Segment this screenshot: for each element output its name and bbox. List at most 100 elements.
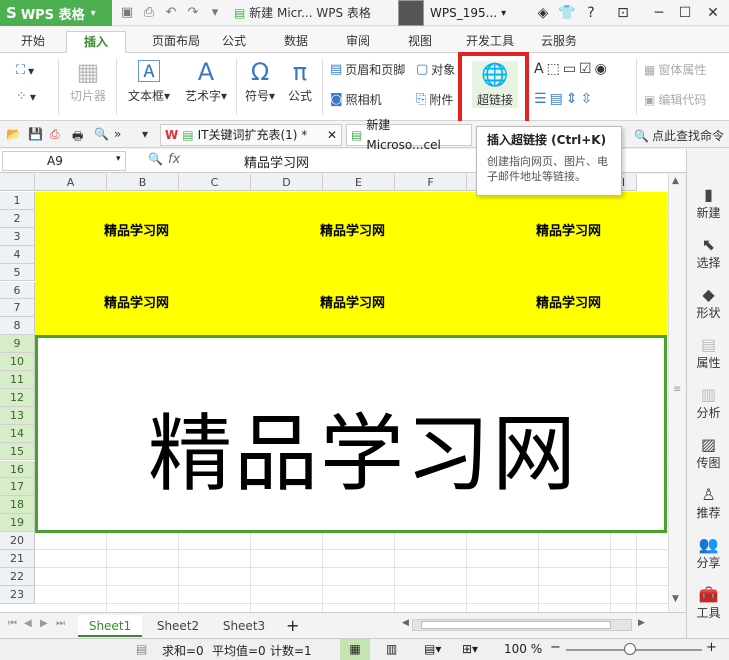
tab-data[interactable]: 数据: [276, 31, 316, 53]
row-header-20[interactable]: 20: [0, 532, 35, 550]
camera-button[interactable]: ◙ 照相机: [330, 91, 382, 108]
zoom-out-icon[interactable]: −: [550, 640, 561, 655]
skin-icon[interactable]: ◈: [532, 2, 554, 24]
edit-code-button[interactable]: ▣ 编辑代码: [644, 91, 706, 108]
panel-new[interactable]: ▮ 新建: [687, 185, 729, 221]
scroll-right-icon[interactable]: ▶: [638, 618, 645, 628]
normal-view-icon[interactable]: ▦: [340, 639, 370, 660]
panel-shape[interactable]: ◆ 形状: [687, 285, 729, 321]
tab-page-layout[interactable]: 页面布局: [136, 31, 216, 53]
chevron-down-icon[interactable]: ▾: [116, 154, 121, 164]
tab-view[interactable]: 视图: [400, 31, 440, 53]
row-header-1[interactable]: 1: [0, 192, 35, 210]
reading-mode-icon[interactable]: ⊞▾: [462, 642, 478, 656]
tab-formula[interactable]: 公式: [214, 31, 254, 53]
column-header-e[interactable]: E: [323, 174, 395, 191]
formula-input[interactable]: 精品学习网: [244, 152, 309, 171]
form-props-button[interactable]: ▦ 窗体属性: [644, 61, 706, 78]
zoom-in-icon[interactable]: +: [706, 640, 717, 655]
pdf-icon[interactable]: ⎙: [50, 127, 60, 142]
restore-icon[interactable]: ⊡: [612, 2, 634, 24]
row-header-13[interactable]: 13: [0, 406, 35, 425]
row-header-15[interactable]: 15: [0, 442, 35, 461]
column-header-c[interactable]: C: [179, 174, 251, 191]
row-header-23[interactable]: 23: [0, 585, 35, 604]
panel-select[interactable]: ⬉ 选择: [687, 235, 729, 271]
row-header-6[interactable]: 6: [0, 281, 35, 300]
row-header-16[interactable]: 16: [0, 460, 35, 479]
print-quick-icon[interactable]: ⎙: [140, 4, 158, 22]
row-header-4[interactable]: 4: [0, 245, 35, 264]
undo-quick-icon[interactable]: ↶: [162, 4, 180, 22]
save-icon[interactable]: 💾: [28, 127, 43, 141]
page-break-view-icon[interactable]: ▤▾: [424, 642, 441, 656]
column-header-a[interactable]: A: [35, 174, 107, 191]
tab-review[interactable]: 审阅: [338, 31, 378, 53]
fx-icon[interactable]: fx: [168, 152, 180, 167]
close-icon[interactable]: ✕: [702, 2, 724, 24]
tab-insert[interactable]: 插入: [66, 31, 126, 53]
horizontal-scrollbar[interactable]: [412, 619, 632, 631]
doc-tab-2[interactable]: ▤ 新建 Microso...cel: [346, 118, 472, 152]
zoom-slider-thumb[interactable]: [624, 643, 636, 655]
row-header-18[interactable]: 18: [0, 496, 35, 515]
tab-developer[interactable]: 开发工具: [460, 31, 520, 53]
row-header-2[interactable]: 2: [0, 209, 35, 228]
row-header-5[interactable]: 5: [0, 263, 35, 282]
zoom-icon[interactable]: 🔍: [148, 152, 163, 166]
sheet-tab-2[interactable]: Sheet2: [148, 615, 208, 637]
panel-recommend[interactable]: ♙ 推荐: [687, 485, 729, 521]
save-quick-icon[interactable]: ▣: [118, 4, 136, 22]
first-sheet-icon[interactable]: ⏮: [8, 618, 17, 629]
panel-tools[interactable]: 🧰 工具: [687, 585, 729, 621]
minimize-icon[interactable]: ─: [648, 2, 670, 24]
row-header-9[interactable]: 9: [0, 335, 35, 354]
row-header-10[interactable]: 10: [0, 353, 35, 371]
row-header-17[interactable]: 17: [0, 478, 35, 497]
print-icon[interactable]: 🖶: [72, 127, 83, 148]
maximize-icon[interactable]: ☐: [674, 2, 696, 24]
symbol-button[interactable]: Ω 符号▾: [242, 57, 278, 104]
find-command[interactable]: 🔍 点此查找命令: [634, 127, 724, 144]
scroll-up-icon[interactable]: ▲: [672, 176, 679, 186]
help-icon[interactable]: ?: [580, 2, 602, 24]
row-header-3[interactable]: 3: [0, 227, 35, 246]
panel-analyze[interactable]: ▥ 分析: [687, 385, 729, 421]
sheet-tab-1[interactable]: Sheet1: [78, 615, 142, 637]
row-header-7[interactable]: 7: [0, 299, 35, 318]
name-box[interactable]: A9: [2, 151, 126, 171]
arttext-button[interactable]: A 艺术字▾: [180, 57, 232, 104]
last-sheet-icon[interactable]: ⏭: [56, 618, 65, 629]
header-footer-button[interactable]: ▤ 页眉和页脚: [330, 61, 405, 78]
row-header-11[interactable]: 11: [0, 371, 35, 389]
more-tools-icon[interactable]: »: [114, 127, 121, 141]
panel-send-image[interactable]: ▨ 传图: [687, 435, 729, 471]
scroll-thumb[interactable]: [421, 621, 611, 629]
column-header-d[interactable]: D: [251, 174, 323, 191]
vertical-scrollbar[interactable]: ▲ ≡ ▼: [668, 174, 685, 612]
close-icon[interactable]: ✕: [327, 125, 337, 145]
form-controls-row2[interactable]: ☰ ▤ ⇕ ⇳: [534, 91, 592, 107]
formula-button[interactable]: π 公式: [284, 57, 316, 104]
preview-icon[interactable]: 🔍: [94, 127, 109, 141]
textbox-button[interactable]: 🄰 文本框▾: [124, 57, 174, 104]
row-header-14[interactable]: 14: [0, 424, 35, 443]
prev-sheet-icon[interactable]: ◀: [24, 618, 32, 629]
panel-share[interactable]: 👥 分享: [687, 535, 729, 571]
redo-quick-icon[interactable]: ↷: [184, 4, 202, 22]
scroll-grip-icon[interactable]: ≡: [673, 384, 681, 395]
app-menu-button[interactable]: S WPS 表格 ▾: [0, 0, 112, 26]
row-header-8[interactable]: 8: [0, 317, 35, 336]
next-sheet-icon[interactable]: ▶: [40, 618, 48, 629]
smartart-button[interactable]: ⁘ ▾: [16, 89, 36, 104]
shirt-icon[interactable]: 👕: [556, 2, 578, 24]
page-layout-view-icon[interactable]: ▥: [386, 642, 397, 656]
tab-list-icon[interactable]: ▾: [142, 127, 148, 141]
tab-cloud[interactable]: 云服务: [534, 31, 584, 53]
scroll-down-icon[interactable]: ▼: [672, 594, 679, 604]
scroll-left-icon[interactable]: ◀: [402, 618, 409, 628]
doc-tab-1[interactable]: W ▤ IT关键词扩充表(1) * ✕: [160, 124, 342, 146]
spreadsheet-grid[interactable]: ABCDEFGHI 123456789101112131415161718192…: [0, 174, 668, 612]
select-all-corner[interactable]: [0, 174, 35, 191]
form-controls-row1[interactable]: A ⬚ ▭ ☑ ◉: [534, 61, 607, 77]
